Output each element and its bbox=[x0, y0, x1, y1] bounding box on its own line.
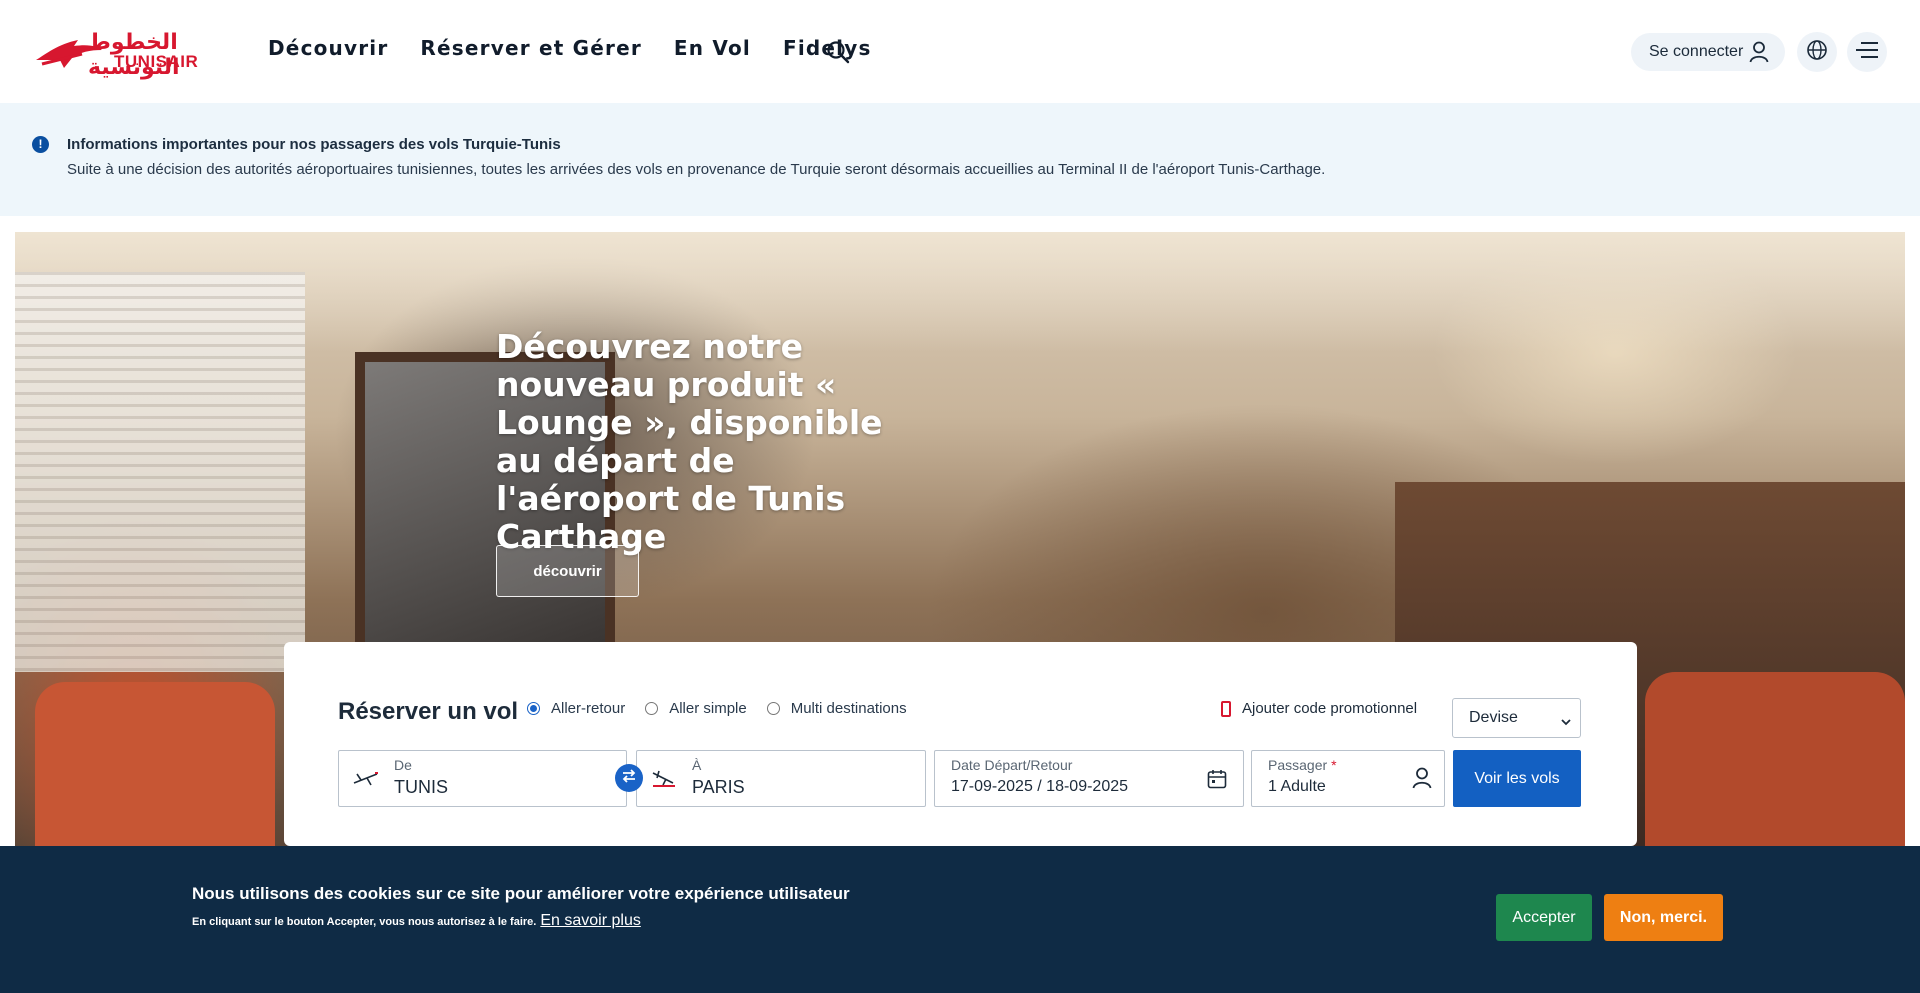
to-value: PARIS bbox=[692, 777, 745, 797]
cookie-accept-button[interactable]: Accepter bbox=[1496, 894, 1592, 941]
cookie-text-row: En cliquant sur le bouton Accepter, vous… bbox=[192, 912, 641, 930]
nav-reserver-gerer[interactable]: Réserver et Gérer bbox=[420, 36, 641, 60]
cookie-learn-more-link[interactable]: En savoir plus bbox=[540, 912, 641, 930]
hero-discover-button[interactable]: découvrir bbox=[496, 545, 639, 597]
menu-icon bbox=[1855, 40, 1879, 65]
trip-type-group: Aller-retour Aller simple Multi destinat… bbox=[527, 700, 927, 717]
currency-select-value: Devise bbox=[1469, 709, 1518, 726]
from-field[interactable]: De TUNIS bbox=[338, 750, 627, 807]
chevron-down-icon bbox=[1561, 713, 1571, 731]
site-header: الخطوط التونسية TUNISAIR Découvrir Réser… bbox=[0, 0, 1920, 103]
nav-en-vol[interactable]: En Vol bbox=[674, 36, 751, 60]
radio-round[interactable] bbox=[527, 702, 540, 715]
menu-button[interactable] bbox=[1847, 32, 1887, 72]
hero-window bbox=[15, 272, 305, 672]
logo-latin-text: TUNISAIR bbox=[114, 52, 199, 71]
login-button[interactable]: Se connecter bbox=[1631, 33, 1785, 71]
trip-type-round[interactable]: Aller-retour bbox=[527, 700, 625, 717]
language-button[interactable] bbox=[1797, 32, 1837, 72]
hero-chair-left bbox=[35, 682, 275, 846]
booking-panel: Réserver un vol Aller-retour Aller simpl… bbox=[284, 642, 1637, 846]
required-mark: * bbox=[1331, 757, 1337, 773]
passengers-label-text: Passager bbox=[1268, 757, 1328, 773]
promo-code-link[interactable]: Ajouter code promotionnel bbox=[1221, 700, 1417, 717]
cookie-banner: Nous utilisons des cookies sur ce site p… bbox=[0, 846, 1920, 993]
search-icon[interactable] bbox=[826, 40, 850, 64]
currency-select[interactable]: Devise bbox=[1452, 698, 1581, 738]
arrival-plane-icon bbox=[651, 769, 677, 792]
from-label: De bbox=[394, 757, 412, 773]
swap-icon bbox=[621, 768, 637, 788]
info-icon: ! bbox=[32, 136, 49, 153]
globe-icon bbox=[1806, 39, 1828, 66]
search-flights-button[interactable]: Voir les vols bbox=[1453, 750, 1581, 807]
passengers-value: 1 Adulte bbox=[1268, 778, 1326, 795]
trip-type-oneway-label: Aller simple bbox=[669, 700, 747, 717]
trip-type-multi-label: Multi destinations bbox=[790, 700, 907, 717]
cookie-refuse-button[interactable]: Non, merci. bbox=[1604, 894, 1723, 941]
dates-value: 17-09-2025 / 18-09-2025 bbox=[951, 778, 1129, 795]
radio-oneway[interactable] bbox=[645, 702, 659, 715]
info-text: Suite à une décision des autorités aérop… bbox=[67, 161, 1326, 178]
info-title: Informations importantes pour nos passag… bbox=[67, 136, 561, 153]
trip-type-oneway[interactable]: Aller simple bbox=[645, 700, 747, 717]
hero-chair-right bbox=[1645, 672, 1905, 846]
booking-title: Réserver un vol bbox=[338, 698, 519, 725]
nav-decouvrir[interactable]: Découvrir bbox=[268, 36, 388, 60]
from-value: TUNIS bbox=[394, 777, 448, 797]
hero-title: Découvrez notre nouveau produit « Lounge… bbox=[496, 327, 883, 556]
cookie-title: Nous utilisons des cookies sur ce site p… bbox=[192, 884, 850, 903]
passengers-field[interactable]: Passager * 1 Adulte bbox=[1251, 750, 1445, 807]
passengers-label: Passager * bbox=[1268, 757, 1337, 773]
main-nav: Découvrir Réserver et Gérer En Vol Fidel… bbox=[268, 36, 904, 60]
calendar-icon bbox=[1207, 769, 1227, 794]
tag-icon bbox=[1221, 700, 1231, 717]
to-field[interactable]: À PARIS bbox=[636, 750, 926, 807]
user-icon bbox=[1412, 767, 1432, 794]
dates-label: Date Départ/Retour bbox=[951, 757, 1073, 773]
to-label: À bbox=[692, 757, 702, 773]
trip-type-round-label: Aller-retour bbox=[551, 700, 626, 717]
departure-plane-icon bbox=[353, 771, 379, 792]
trip-type-multi[interactable]: Multi destinations bbox=[766, 700, 907, 717]
user-icon bbox=[1749, 41, 1769, 68]
promo-code-label: Ajouter code promotionnel bbox=[1242, 700, 1418, 717]
tunisair-logo[interactable]: الخطوط التونسية TUNISAIR bbox=[34, 30, 216, 80]
login-label: Se connecter bbox=[1649, 43, 1744, 60]
dates-field[interactable]: Date Départ/Retour 17-09-2025 / 18-09-20… bbox=[934, 750, 1244, 807]
swap-cities-button[interactable] bbox=[615, 764, 643, 792]
cookie-text: En cliquant sur le bouton Accepter, vous… bbox=[192, 916, 537, 928]
info-banner bbox=[0, 103, 1920, 216]
radio-multi[interactable] bbox=[766, 702, 780, 715]
